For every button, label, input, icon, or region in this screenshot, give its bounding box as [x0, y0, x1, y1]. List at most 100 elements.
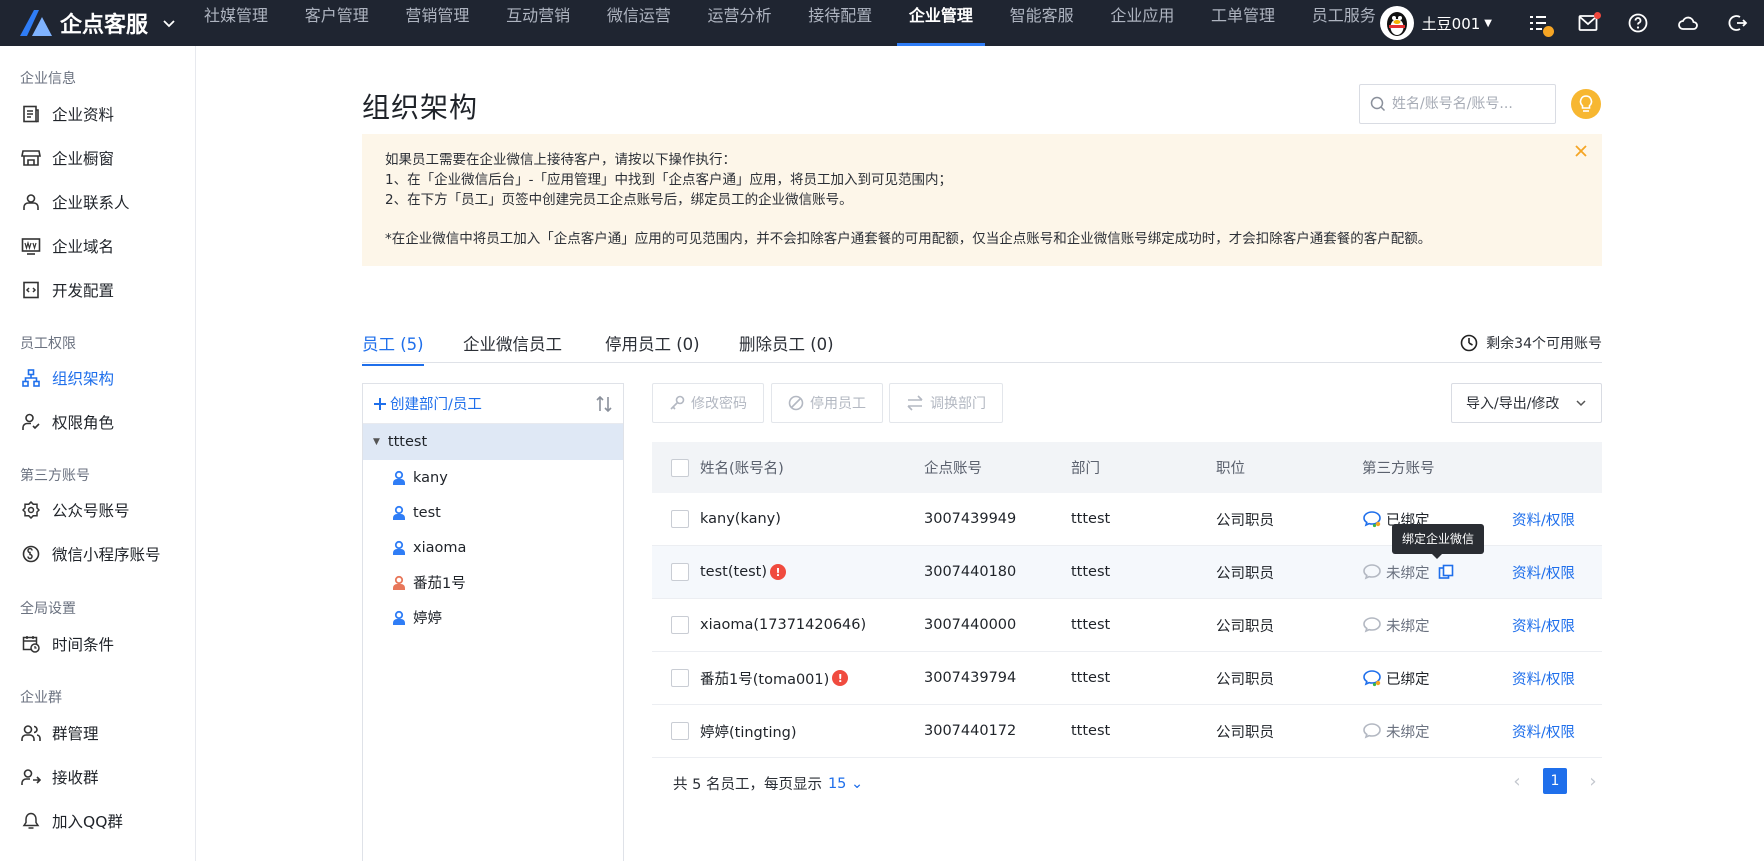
dropdown-label: 导入/导出/修改 [1466, 396, 1560, 412]
cloud-icon[interactable] [1676, 11, 1700, 35]
sort-icon[interactable] [595, 395, 613, 413]
chevron-down-icon[interactable] [162, 16, 176, 30]
bind-wecom-link-icon[interactable] [1438, 564, 1454, 580]
row-checkbox[interactable] [671, 616, 689, 634]
warning-icon[interactable]: ! [832, 670, 849, 686]
profile-permissions-link[interactable]: 资料/权限 [1512, 668, 1575, 689]
change-password-button[interactable]: 修改密码 [652, 383, 764, 423]
nav-item[interactable]: 互动营销 [494, 0, 582, 46]
sidebar-item-company-domain[interactable]: 企业域名 [20, 234, 114, 258]
close-icon[interactable] [1574, 144, 1588, 158]
sidebar-item-label: 时间条件 [52, 636, 115, 654]
warning-icon[interactable]: ! [770, 564, 787, 580]
sidebar-item-label: 加入QQ群 [52, 813, 123, 831]
nav-item[interactable]: 工单管理 [1199, 0, 1287, 46]
mail-icon[interactable] [1576, 11, 1601, 35]
nav-item[interactable]: 企业管理 [896, 0, 985, 46]
table-row[interactable]: 番茄1号(toma001)! 3007439794 tttest 公司职员 已绑定 资料/… [652, 652, 1602, 705]
page-size-select[interactable]: 15 ⌄ [828, 776, 863, 792]
sidebar-item-official-accounts[interactable]: 公众号账号 [20, 498, 130, 522]
cell-department: tttest [1071, 511, 1111, 527]
profile-permissions-link[interactable]: 资料/权限 [1512, 509, 1575, 530]
sidebar-item-group-management[interactable]: 群管理 [20, 721, 99, 745]
tree-member[interactable]: xiaoma [363, 530, 623, 565]
sidebar-item-time-conditions[interactable]: 时间条件 [20, 632, 114, 656]
search-input[interactable] [1392, 96, 1542, 112]
quota-info: 剩余34个可用账号 [1460, 333, 1602, 353]
avatar[interactable] [1379, 6, 1414, 40]
disable-employee-button[interactable]: 停用员工 [771, 383, 883, 423]
profile-permissions-link[interactable]: 资料/权限 [1512, 615, 1575, 636]
search-box[interactable] [1359, 84, 1556, 124]
tree-member[interactable]: test [363, 495, 623, 530]
profile-permissions-link[interactable]: 资料/权限 [1512, 721, 1575, 742]
tab-employees[interactable]: 员工 (5) [362, 331, 424, 366]
sidebar-item-mini-program-accounts[interactable]: 微信小程序账号 [20, 542, 161, 566]
nav-item[interactable]: 社媒管理 [192, 0, 280, 46]
pagination: ‹ 1 › [1505, 768, 1605, 794]
tab-wecom-employees[interactable]: 企业微信员工 [463, 331, 562, 364]
app-logo[interactable]: 企点客服 [18, 0, 176, 46]
sidebar-item-company-showcase[interactable]: 企业橱窗 [20, 146, 114, 170]
row-checkbox[interactable] [671, 510, 689, 528]
tab-disabled-employees[interactable]: 停用员工 (0) [605, 331, 700, 364]
pagination-summary: 共 5 名员工，每页显示 15 ⌄ [673, 773, 863, 794]
employee-name: xiaoma(17371420646) [700, 617, 867, 633]
logout-icon[interactable] [1726, 11, 1750, 35]
nav-item[interactable]: 员工服务 [1300, 0, 1388, 46]
tab-deleted-employees[interactable]: 删除员工 (0) [739, 331, 834, 364]
next-page-icon[interactable]: › [1581, 771, 1605, 792]
nav-item[interactable]: 客户管理 [293, 0, 381, 46]
user-caret-icon[interactable]: ▼ [1484, 18, 1492, 29]
tree-member[interactable]: 婷婷 [363, 600, 623, 635]
tree-node-root[interactable]: ▼ tttest [363, 424, 623, 460]
lightbulb-icon[interactable] [1571, 89, 1601, 119]
sidebar-item-company-contacts[interactable]: 企业联系人 [20, 190, 130, 214]
table-row[interactable]: 婷婷(tingting) 3007440172 tttest 公司职员 未绑定 资料/权限 [652, 705, 1602, 758]
row-checkbox[interactable] [671, 669, 689, 687]
document-icon [20, 103, 42, 125]
caret-down-icon[interactable]: ▼ [373, 437, 380, 447]
sidebar-item-receive-group[interactable]: 接收群 [20, 765, 99, 789]
col-third-party: 第三方账号 [1362, 461, 1435, 477]
qq-group-icon [20, 810, 42, 832]
prev-page-icon[interactable]: ‹ [1505, 771, 1529, 792]
sidebar-item-org-structure[interactable]: 组织架构 [20, 366, 114, 390]
tree-member[interactable]: 番茄1号 [363, 565, 623, 600]
create-dept-employee-button[interactable]: 创建部门/员工 [373, 393, 482, 414]
row-checkbox[interactable] [671, 563, 689, 581]
employee-name: test(test) [700, 564, 768, 580]
task-list-icon[interactable] [1526, 11, 1554, 37]
username[interactable]: 土豆001 [1422, 13, 1481, 34]
nav-item[interactable]: 企业应用 [1098, 0, 1186, 46]
nav-item[interactable]: 运营分析 [696, 0, 784, 46]
ban-icon [788, 395, 804, 411]
sidebar-group-title: 员工权限 [20, 336, 76, 352]
sidebar-item-permission-roles[interactable]: 权限角色 [20, 410, 114, 434]
page-size-value: 15 [827, 775, 847, 792]
nav-item[interactable]: 微信运营 [595, 0, 683, 46]
sidebar-item-company-profile[interactable]: 企业资料 [20, 102, 114, 126]
sidebar-item-label: 企业域名 [52, 238, 115, 256]
cell-account: 3007439794 [924, 670, 1017, 686]
profile-permissions-link[interactable]: 资料/权限 [1512, 562, 1575, 583]
nav-item[interactable]: 接待配置 [796, 0, 884, 46]
help-icon[interactable] [1626, 11, 1650, 35]
tree-member[interactable]: kany [363, 460, 623, 495]
sidebar-group-title: 企业群 [20, 690, 62, 706]
page-number-current[interactable]: 1 [1543, 768, 1567, 794]
col-name: 姓名(账号名) [700, 461, 784, 477]
tooltip: 绑定企业微信 [1392, 524, 1485, 559]
row-checkbox[interactable] [671, 722, 689, 740]
switch-department-button[interactable]: 调换部门 [889, 383, 1003, 423]
sidebar-item-join-qq-group[interactable]: 加入QQ群 [20, 809, 123, 833]
table-row[interactable]: xiaoma(17371420646) 3007440000 tttest 公司职员 未… [652, 599, 1602, 652]
nav-item[interactable]: 智能客服 [998, 0, 1086, 46]
cell-position: 公司职员 [1216, 724, 1274, 741]
sidebar-item-dev-config[interactable]: 开发配置 [20, 278, 114, 302]
select-all-checkbox[interactable] [671, 458, 689, 477]
import-export-dropdown[interactable]: 导入/导出/修改 [1451, 383, 1602, 423]
employee-name: kany(kany) [700, 511, 781, 527]
sidebar-item-label: 企业联系人 [52, 194, 130, 212]
nav-item[interactable]: 营销管理 [393, 0, 481, 46]
